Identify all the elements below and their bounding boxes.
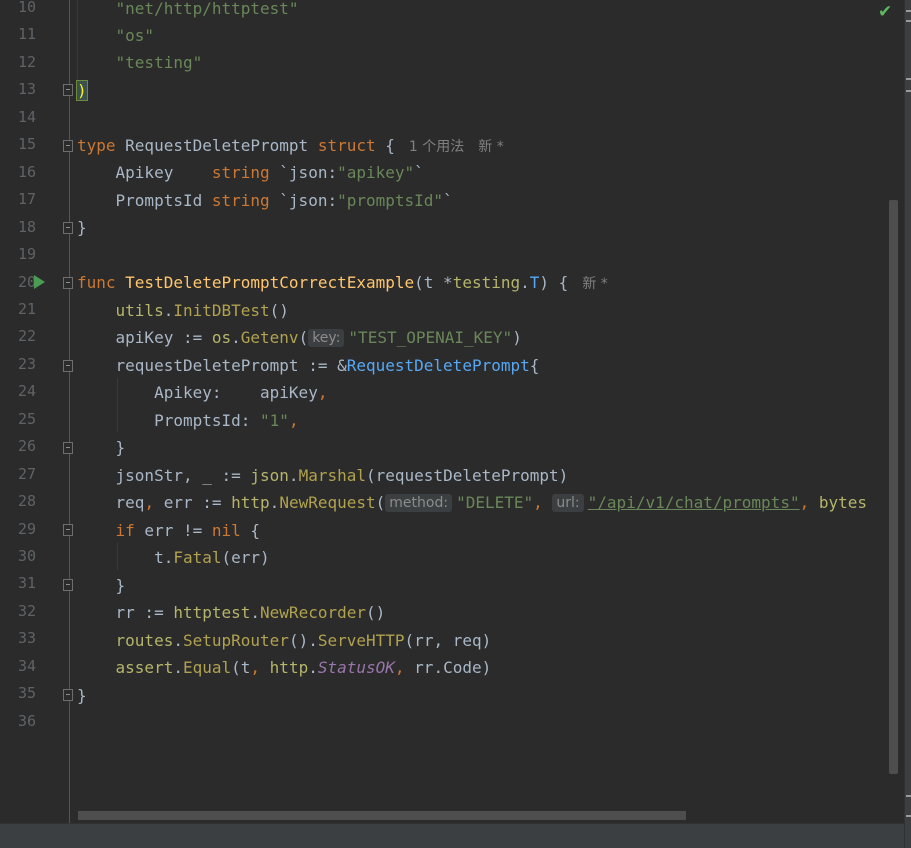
code-line-31: } xyxy=(115,576,126,595)
line-number: 36 xyxy=(17,711,36,730)
fold-marker[interactable] xyxy=(63,222,73,234)
line-number: 17 xyxy=(17,190,36,209)
line-number: 10 xyxy=(17,0,36,16)
strip-marker xyxy=(906,815,911,817)
fold-marker[interactable] xyxy=(63,689,73,701)
right-tool-strip xyxy=(904,0,911,848)
line-number: 15 xyxy=(17,135,36,154)
author-hint[interactable]: 新 * xyxy=(478,139,503,155)
code-line-34: assert.Equal(t, http.StatusOK, rr.Code) xyxy=(115,658,492,677)
code-line-35: } xyxy=(77,686,87,705)
line-number: 21 xyxy=(17,299,36,318)
strip-marker xyxy=(906,20,911,22)
param-hint-key: key: xyxy=(308,329,345,347)
run-icon[interactable] xyxy=(34,275,45,289)
author-hint[interactable]: 新 * xyxy=(582,276,607,292)
line-number: 34 xyxy=(17,656,36,675)
line-number: 25 xyxy=(17,409,36,428)
line-number: 26 xyxy=(17,437,36,456)
usages-hint[interactable]: 1 个用法 xyxy=(409,139,464,155)
url-link[interactable]: "/api/v1/chat/prompts" xyxy=(588,493,800,512)
line-number: 20 xyxy=(17,272,36,291)
line-number: 29 xyxy=(17,519,36,538)
code-line-33: routes.SetupRouter().ServeHTTP(rr, req) xyxy=(115,631,492,650)
code-line-21: utils.InitDBTest() xyxy=(115,301,289,320)
line-number: 24 xyxy=(17,382,36,401)
code-line-16: Apikey string `json:"apikey"` xyxy=(115,163,424,182)
strip-marker xyxy=(906,90,911,92)
code-line-26: } xyxy=(115,438,126,457)
code-line-23: requestDeletePrompt := &RequestDeletePro… xyxy=(115,356,540,375)
code-line-18: } xyxy=(77,218,87,237)
code-line-29: if err != nil { xyxy=(115,521,261,540)
check-icon[interactable]: ✔ xyxy=(878,2,892,22)
line-number: 33 xyxy=(17,629,36,648)
line-number: 31 xyxy=(17,574,36,593)
code-line-12: "testing" xyxy=(115,53,203,72)
fold-marker[interactable] xyxy=(63,579,73,591)
vertical-scrollbar[interactable] xyxy=(889,200,898,774)
fold-marker[interactable] xyxy=(63,442,73,454)
line-number: 28 xyxy=(17,492,36,511)
strip-marker xyxy=(906,78,911,80)
line-number: 23 xyxy=(17,354,36,373)
line-number: 30 xyxy=(17,547,36,565)
line-number: 22 xyxy=(17,327,36,346)
code-line-30: t.Fatal(err) xyxy=(154,548,270,567)
line-number: 18 xyxy=(17,217,36,236)
param-hint-method: method: xyxy=(385,494,453,512)
line-number: 12 xyxy=(17,52,36,71)
code-line-11: "os" xyxy=(115,26,155,45)
line-number: 35 xyxy=(17,684,36,703)
fold-marker[interactable] xyxy=(63,524,73,536)
line-number: 32 xyxy=(17,601,36,620)
code-line-22: apiKey := os.Getenv(key: "TEST_OPENAI_KEY… xyxy=(115,328,522,347)
fold-marker[interactable] xyxy=(63,277,73,289)
code-line-25: PromptsId: "1", xyxy=(154,411,299,430)
status-bar xyxy=(0,823,904,848)
horizontal-scrollbar[interactable] xyxy=(78,811,686,820)
line-number: 13 xyxy=(17,80,36,99)
line-number: 14 xyxy=(17,107,36,126)
strip-marker xyxy=(906,10,911,12)
fold-marker[interactable] xyxy=(63,84,73,96)
strip-marker xyxy=(906,795,911,797)
code-editor[interactable]: 10 11 12 13 14 15 16 17 18 19 20 21 22 23 24 25 26 27 28 29… xyxy=(0,0,904,823)
code-line-20: func TestDeletePromptCorrectExample(t *t… xyxy=(77,273,608,292)
code-line-13: ) xyxy=(76,80,88,101)
param-hint-url: url: xyxy=(552,494,584,512)
code-line-27: jsonStr, _ := json.Marshal(requestDelete… xyxy=(115,466,569,485)
line-number: 19 xyxy=(17,245,36,264)
code-line-15: type RequestDeletePrompt struct {1 个用法新 … xyxy=(77,136,504,155)
code-line-32: rr := httptest.NewRecorder() xyxy=(115,603,386,622)
line-number: 16 xyxy=(17,162,36,181)
fold-marker[interactable] xyxy=(63,360,73,372)
fold-marker[interactable] xyxy=(63,140,73,152)
code-line-24: Apikey: apiKey, xyxy=(154,383,328,402)
code-line-28: req, err := http.NewRequest(method: "DELE… xyxy=(115,493,868,512)
code-line-10: "net/http/httptest" xyxy=(115,0,299,18)
line-number: 27 xyxy=(17,464,36,483)
line-number: 11 xyxy=(17,25,36,44)
code-line-17: PromptsId string `json:"promptsId"` xyxy=(115,191,453,210)
